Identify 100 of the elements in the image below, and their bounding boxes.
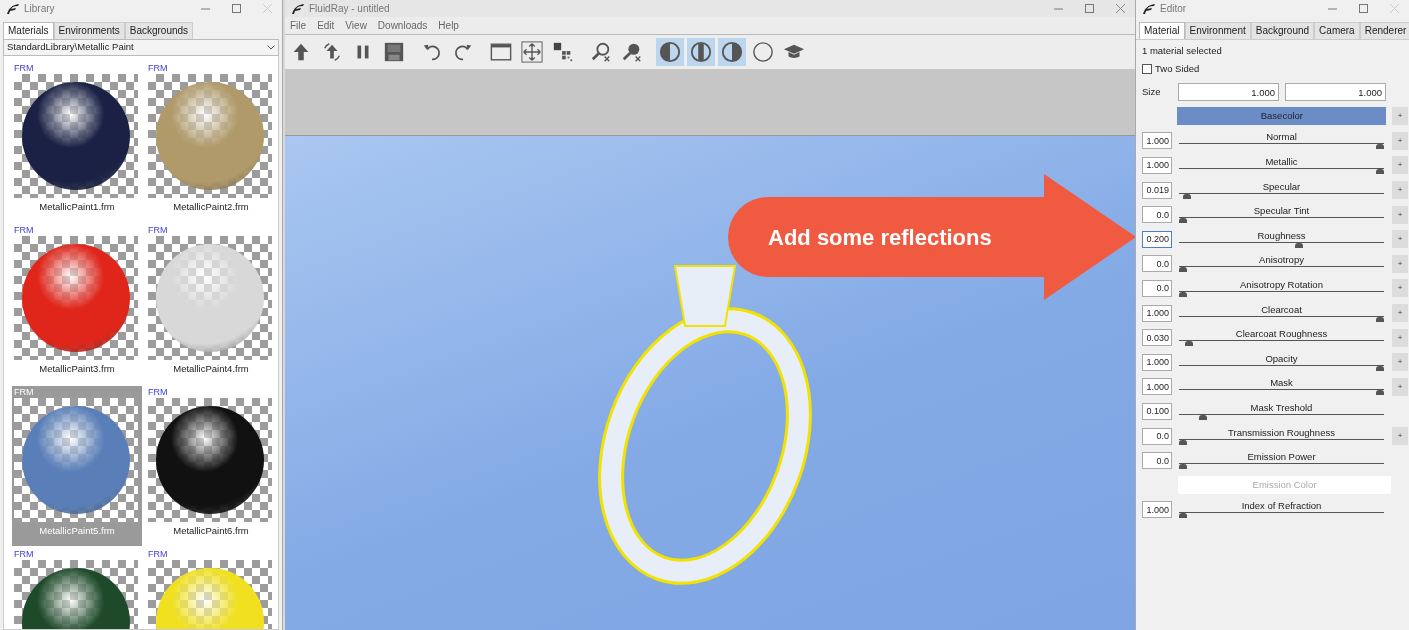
material-card[interactable]: FRM MetallicPaint6.frm bbox=[146, 386, 276, 546]
material-card[interactable]: FRM MetallicPaint1.frm bbox=[12, 62, 142, 222]
slider[interactable] bbox=[1179, 412, 1384, 421]
slider-thumb[interactable] bbox=[1182, 193, 1191, 199]
add-button[interactable]: + bbox=[1392, 205, 1408, 224]
menu-item[interactable]: Downloads bbox=[377, 18, 428, 33]
format-tag: FRM bbox=[14, 386, 34, 398]
slider-thumb[interactable] bbox=[1198, 414, 1207, 420]
maximize-icon[interactable] bbox=[1359, 4, 1368, 13]
window-title: FluidRay - untitled bbox=[309, 2, 390, 16]
value-field[interactable]: 0.030 bbox=[1142, 329, 1172, 347]
slider[interactable] bbox=[1179, 437, 1384, 446]
close-icon[interactable] bbox=[1116, 4, 1125, 13]
slider-label: Anisotropy bbox=[1259, 254, 1304, 266]
value-field[interactable]: 0.0 bbox=[1142, 279, 1172, 297]
value-field[interactable]: 0.0 bbox=[1142, 255, 1172, 273]
add-button[interactable]: + bbox=[1392, 230, 1408, 249]
slider-thumb[interactable] bbox=[1295, 242, 1304, 248]
toolbar-button[interactable] bbox=[718, 38, 746, 66]
maximize-icon[interactable] bbox=[1085, 4, 1094, 13]
material-card[interactable]: FRM MetallicPaint4.frm bbox=[146, 224, 276, 384]
value-field[interactable]: 0.019 bbox=[1142, 181, 1172, 199]
slider[interactable] bbox=[1179, 142, 1384, 151]
toolbar-button[interactable] bbox=[687, 38, 715, 66]
slider-label: Mask Treshold bbox=[1250, 401, 1313, 413]
slider-thumb[interactable] bbox=[1179, 218, 1187, 224]
slider-thumb[interactable] bbox=[1179, 267, 1187, 273]
value-field[interactable]: 1.000 bbox=[1142, 157, 1172, 174]
add-button[interactable]: + bbox=[1392, 181, 1408, 200]
menu-item[interactable]: Edit bbox=[317, 18, 335, 33]
half-circle-icon bbox=[659, 41, 681, 63]
slider-thumb[interactable] bbox=[1179, 439, 1187, 445]
slider-thumb[interactable] bbox=[1376, 390, 1384, 396]
add-button[interactable]: + bbox=[1392, 107, 1408, 126]
slider-thumb[interactable] bbox=[1184, 341, 1193, 347]
value-field[interactable]: 0.0 bbox=[1142, 206, 1172, 224]
tab[interactable]: Environment bbox=[1184, 22, 1251, 39]
slider[interactable] bbox=[1179, 289, 1384, 298]
value-field[interactable]: 0.0 bbox=[1142, 452, 1172, 470]
tab[interactable]: Material bbox=[1139, 22, 1185, 39]
menu-item[interactable]: View bbox=[345, 18, 367, 33]
value-field[interactable]: 1.000 bbox=[1142, 378, 1172, 396]
slider-thumb[interactable] bbox=[1179, 513, 1187, 519]
add-button[interactable]: + bbox=[1392, 377, 1408, 396]
slider[interactable] bbox=[1179, 314, 1384, 323]
tab[interactable]: Camera bbox=[1314, 22, 1360, 39]
add-button[interactable]: + bbox=[1392, 304, 1408, 323]
slider-label: Anisotropy Rotation bbox=[1240, 278, 1323, 290]
add-button[interactable]: + bbox=[1392, 353, 1408, 372]
maximize-icon[interactable] bbox=[232, 4, 241, 13]
toolbar-button[interactable] bbox=[656, 38, 684, 66]
slider[interactable] bbox=[1179, 363, 1384, 372]
tab[interactable]: Background bbox=[1250, 22, 1315, 39]
value-field[interactable]: 0.0 bbox=[1142, 427, 1172, 445]
slider[interactable] bbox=[1179, 265, 1384, 274]
material-card[interactable]: FRM MetallicPaint2.frm bbox=[146, 62, 276, 222]
menu-item[interactable]: Help bbox=[438, 18, 459, 33]
size-field[interactable]: 1.000 bbox=[1178, 83, 1279, 101]
value-field[interactable]: 1.000 bbox=[1142, 132, 1172, 150]
material-card[interactable]: FRM bbox=[12, 548, 142, 629]
path-dropdown[interactable]: StandardLibrary\Metallic Paint bbox=[3, 39, 279, 56]
slider[interactable] bbox=[1179, 216, 1384, 225]
slider-thumb[interactable] bbox=[1376, 169, 1384, 174]
slider-thumb[interactable] bbox=[1376, 144, 1384, 150]
toolbar-button[interactable] bbox=[518, 38, 546, 66]
add-button[interactable]: + bbox=[1392, 279, 1408, 298]
menu-item[interactable]: File bbox=[290, 18, 307, 33]
tab[interactable]: Environments bbox=[53, 22, 125, 39]
logo-icon bbox=[6, 3, 20, 14]
value-field[interactable]: 0.100 bbox=[1142, 402, 1172, 420]
add-button[interactable]: + bbox=[1392, 427, 1408, 445]
slider-thumb[interactable] bbox=[1376, 365, 1384, 371]
tab[interactable]: Backgrounds bbox=[124, 22, 194, 39]
slider[interactable] bbox=[1179, 191, 1384, 200]
slider-thumb[interactable] bbox=[1376, 316, 1384, 322]
add-button[interactable]: + bbox=[1392, 328, 1408, 347]
add-button[interactable]: + bbox=[1392, 156, 1408, 175]
two-sided-checkbox[interactable] bbox=[1142, 64, 1152, 74]
slider[interactable] bbox=[1179, 511, 1384, 520]
format-tag: FRM bbox=[148, 62, 168, 74]
slider[interactable] bbox=[1179, 462, 1384, 471]
value-field[interactable]: 1.000 bbox=[1142, 353, 1172, 371]
slider-thumb[interactable] bbox=[1179, 464, 1187, 470]
material-card[interactable]: FRM MetallicPaint3.frm bbox=[12, 224, 142, 384]
material-card[interactable]: FRM bbox=[146, 548, 276, 629]
format-tag: FRM bbox=[14, 62, 34, 74]
add-button[interactable]: + bbox=[1392, 254, 1408, 273]
value-field[interactable]: 0.200 bbox=[1142, 230, 1172, 248]
slider[interactable] bbox=[1179, 167, 1384, 175]
tab[interactable]: Renderer bbox=[1359, 22, 1409, 39]
slider-thumb[interactable] bbox=[1179, 291, 1187, 297]
slider[interactable] bbox=[1179, 388, 1384, 397]
value-field[interactable]: 1.000 bbox=[1142, 501, 1172, 519]
value-field[interactable]: 1.000 bbox=[1142, 304, 1172, 322]
tab[interactable]: Materials bbox=[3, 22, 54, 39]
size-field[interactable]: 1.000 bbox=[1285, 83, 1386, 101]
add-button[interactable]: + bbox=[1392, 131, 1408, 150]
color-button[interactable]: Basecolor bbox=[1177, 107, 1387, 126]
slider[interactable] bbox=[1179, 240, 1384, 249]
slider[interactable] bbox=[1179, 339, 1384, 348]
